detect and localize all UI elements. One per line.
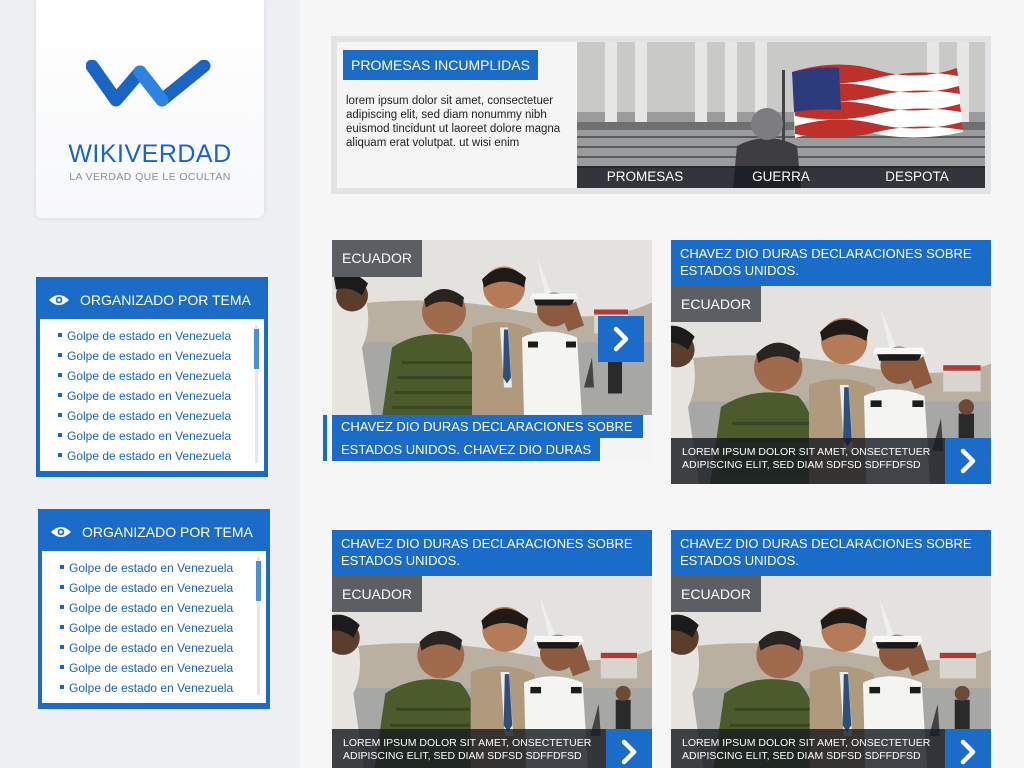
topic-link[interactable]: Golpe de estado en Venezuela [60, 578, 266, 598]
topic-link[interactable]: Golpe de estado en Venezuela [58, 406, 264, 426]
topic-link[interactable]: Golpe de estado en Venezuela [58, 346, 264, 366]
bullet-icon [60, 664, 64, 669]
bullet-icon [60, 584, 64, 589]
topic-box-header: ORGANIZADO POR TEMA [40, 281, 264, 319]
topic-link-label: Golpe de estado en Venezuela [67, 329, 232, 343]
next-arrow-button[interactable] [945, 438, 991, 484]
news-card[interactable]: CHAVEZ DIO DURAS DECLARACIONES SOBRE EST… [332, 530, 652, 768]
tab-guerra[interactable]: GUERRA [713, 166, 849, 188]
featured-banner: PROMESAS INCUMPLIDAS lorem ipsum dolor s… [331, 36, 991, 194]
featured-image[interactable]: PROMESAS GUERRA DESPOTA [577, 42, 985, 188]
featured-tabs: PROMESAS GUERRA DESPOTA [577, 166, 985, 188]
news-card[interactable]: CHAVEZ DIO DURAS DECLARACIONES SOBRE EST… [671, 240, 991, 484]
bullet-icon [58, 432, 62, 437]
topic-link-label: Golpe de estado en Venezuela [67, 349, 232, 363]
category-tag[interactable]: ECUADOR [671, 286, 762, 322]
title-line: ESTADOS UNIDOS. CHAVEZ DIO DURAS [332, 438, 601, 461]
topic-link[interactable]: Golpe de estado en Venezuela [58, 386, 264, 406]
bullet-icon [60, 624, 64, 629]
chevron-right-icon [960, 739, 976, 765]
bullet-icon [58, 452, 62, 457]
topic-link[interactable]: Golpe de estado en Venezuela [60, 658, 266, 678]
bullet-icon [60, 604, 64, 609]
category-tag[interactable]: ECUADOR [671, 576, 762, 612]
site-tagline: LA VERDAD QUE LE OCULTAN [69, 171, 231, 183]
logo-card[interactable]: WIKIVERDAD LA VERDAD QUE LE OCULTAN [36, 0, 264, 218]
topic-link[interactable]: Golpe de estado en Venezuela [60, 618, 266, 638]
topic-link[interactable]: Golpe de estado en Venezuela [58, 366, 264, 386]
logo-icon [86, 60, 211, 107]
sidebar: WIKIVERDAD LA VERDAD QUE LE OCULTAN ORGA… [0, 0, 300, 768]
bullet-icon [58, 332, 62, 337]
topic-link-label: Golpe de estado en Venezuela [67, 429, 232, 443]
featured-description: lorem ipsum dolor sit amet, consectetuer… [346, 95, 561, 149]
news-card-title[interactable]: CHAVEZ DIO DURAS DECLARACIONES SOBRE EST… [671, 530, 991, 576]
title-accent-bar [323, 415, 327, 461]
news-card[interactable]: CHAVEZ DIO DURAS DECLARACIONES SOBRE EST… [671, 530, 991, 768]
title-line: CHAVEZ DIO DURAS DECLARACIONES SOBRE [332, 415, 643, 438]
next-arrow-button[interactable] [606, 729, 652, 768]
category-tag[interactable]: ECUADOR [332, 576, 423, 612]
news-card-caption: LOREM IPSUM DOLOR SIT AMET, ONSECTETUER … [332, 729, 652, 768]
topic-link[interactable]: Golpe de estado en Venezuela [58, 426, 264, 446]
site-title: WIKIVERDAD [68, 140, 232, 168]
topic-link-label: Golpe de estado en Venezuela [69, 681, 234, 695]
topic-link-label: Golpe de estado en Venezuela [69, 581, 234, 595]
bullet-icon [58, 372, 62, 377]
topic-list: Golpe de estado en Venezuela Golpe de es… [40, 319, 264, 471]
topic-link[interactable]: Golpe de estado en Venezuela [60, 598, 266, 618]
bullet-icon [60, 564, 64, 569]
news-card-caption: LOREM IPSUM DOLOR SIT AMET, ONSECTETUER … [671, 438, 991, 484]
topic-link-label: Golpe de estado en Venezuela [69, 561, 234, 575]
topic-box: ORGANIZADO POR TEMA Golpe de estado en V… [38, 509, 270, 709]
bullet-icon [58, 412, 62, 417]
topic-link-label: Golpe de estado en Venezuela [67, 369, 232, 383]
featured-text-panel: PROMESAS INCUMPLIDAS lorem ipsum dolor s… [337, 42, 577, 188]
news-card-caption: LOREM IPSUM DOLOR SIT AMET, ONSECTETUER … [671, 729, 991, 768]
chevron-right-icon [613, 326, 629, 352]
news-card-title[interactable]: CHAVEZ DIO DURAS DECLARACIONES SOBRE EST… [332, 530, 652, 576]
news-card-title[interactable]: CHAVEZ DIO DURAS DECLARACIONES SOBRE EST… [323, 415, 652, 461]
tab-despota[interactable]: DESPOTA [849, 166, 985, 188]
topic-link[interactable]: Golpe de estado en Venezuela [58, 446, 264, 466]
topic-box: ORGANIZADO POR TEMA Golpe de estado en V… [36, 277, 268, 477]
eye-icon [49, 295, 69, 305]
news-card-title[interactable]: CHAVEZ DIO DURAS DECLARACIONES SOBRE EST… [671, 240, 991, 286]
scrollbar-thumb[interactable] [254, 329, 259, 369]
category-tag[interactable]: ECUADOR [332, 240, 423, 277]
topic-link[interactable]: Golpe de estado en Venezuela [58, 326, 264, 346]
bullet-icon [60, 644, 64, 649]
topic-link-label: Golpe de estado en Venezuela [69, 621, 234, 635]
eye-icon [51, 527, 71, 537]
topic-link-label: Golpe de estado en Venezuela [69, 661, 234, 675]
next-arrow-button[interactable] [598, 316, 644, 362]
topic-link-label: Golpe de estado en Venezuela [69, 601, 234, 615]
topic-box-title: ORGANIZADO POR TEMA [80, 292, 251, 308]
tab-promesas[interactable]: PROMESAS [577, 166, 713, 188]
bullet-icon [58, 352, 62, 357]
topic-link-label: Golpe de estado en Venezuela [67, 409, 232, 423]
scrollbar-thumb[interactable] [256, 561, 261, 601]
topic-list: Golpe de estado en Venezuela Golpe de es… [42, 551, 266, 703]
news-card[interactable]: ECUADOR CHAVEZ DIO DURAS DECLARACIONES S… [323, 240, 652, 462]
chevron-right-icon [621, 739, 637, 765]
topic-link[interactable]: Golpe de estado en Venezuela [60, 638, 266, 658]
bullet-icon [60, 684, 64, 689]
topic-link-label: Golpe de estado en Venezuela [67, 449, 232, 463]
chevron-right-icon [960, 448, 976, 474]
topic-link-label: Golpe de estado en Venezuela [67, 389, 232, 403]
topic-link[interactable]: Golpe de estado en Venezuela [60, 558, 266, 578]
next-arrow-button[interactable] [945, 729, 991, 768]
topic-box-title: ORGANIZADO POR TEMA [82, 524, 253, 540]
topic-box-header: ORGANIZADO POR TEMA [42, 513, 266, 551]
topic-link-label: Golpe de estado en Venezuela [69, 641, 234, 655]
featured-tag[interactable]: PROMESAS INCUMPLIDAS [343, 50, 538, 80]
topic-link[interactable]: Golpe de estado en Venezuela [60, 678, 266, 698]
bullet-icon [58, 392, 62, 397]
